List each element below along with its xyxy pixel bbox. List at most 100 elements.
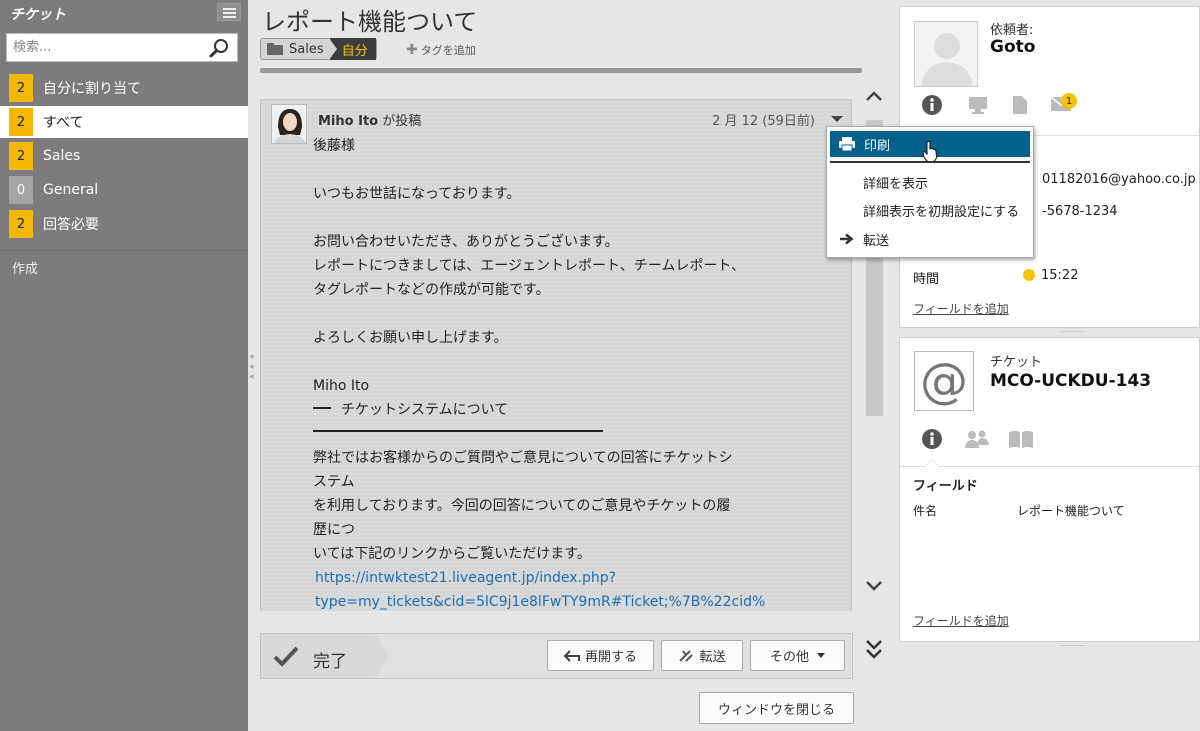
subject-label: 件名 bbox=[913, 504, 938, 518]
menu-item-print[interactable]: 印刷 bbox=[830, 131, 1030, 163]
sidebar-item-all[interactable]: 2 すべて bbox=[0, 106, 248, 138]
message-actions-menu: 印刷 詳細を表示 詳細表示を初期設定にする 転送 bbox=[826, 126, 1034, 258]
message-menu-arrow-icon[interactable] bbox=[831, 116, 843, 122]
sidebar-item-label: すべて bbox=[43, 115, 84, 131]
menu-item-forward[interactable]: 転送 bbox=[827, 226, 1033, 252]
subject-value: レポート機能ついて bbox=[1017, 504, 1125, 518]
hand-cursor-icon bbox=[922, 141, 938, 163]
message-author: Miho Ito が投稿 bbox=[318, 110, 421, 129]
author-suffix: が投稿 bbox=[378, 114, 422, 129]
count-badge: 2 bbox=[9, 108, 33, 136]
info-panel: 依頼者: Goto 1 01182016@yahoo.co.jp -5678-1… bbox=[899, 0, 1200, 731]
info-icon[interactable] bbox=[922, 95, 942, 115]
reopen-button[interactable]: 再開する bbox=[547, 640, 654, 671]
sidebar-divider bbox=[0, 250, 248, 251]
scroll-up-icon[interactable] bbox=[863, 86, 885, 106]
forward-button[interactable]: 転送 bbox=[661, 640, 743, 671]
ticket-card-label: チケット bbox=[990, 355, 1043, 370]
sidebar-title: チケット bbox=[10, 7, 66, 23]
message-line: タグレポートなどの作成が可能です。 bbox=[313, 282, 550, 298]
author-name: Miho Ito bbox=[318, 114, 379, 129]
count-badge: 2 bbox=[9, 74, 33, 102]
search-box bbox=[6, 33, 238, 62]
agent-avatar bbox=[271, 104, 307, 144]
owner-tag[interactable]: 自分 bbox=[328, 38, 376, 60]
printer-icon bbox=[839, 137, 855, 152]
users-icon[interactable] bbox=[964, 429, 990, 449]
card-resize-grip[interactable] bbox=[1061, 641, 1085, 646]
signature-rule bbox=[313, 422, 783, 446]
sidebar-item-sales[interactable]: 2 Sales bbox=[0, 140, 248, 172]
signature-title: チケットシステムについて bbox=[341, 402, 509, 418]
message-line: レポートにつきましては、エージェントレポート、チームレポート、 bbox=[313, 258, 746, 274]
mail-count-badge: 1 bbox=[1061, 93, 1077, 109]
sidebar-item-assigned[interactable]: 2 自分に割り当て bbox=[0, 72, 248, 104]
close-window-button[interactable]: ウィンドウを閉じる bbox=[699, 692, 854, 724]
count-badge: 2 bbox=[9, 142, 33, 170]
book-icon[interactable] bbox=[1008, 429, 1034, 449]
resolve-label: 完了 bbox=[313, 652, 347, 672]
at-sign-icon: @ bbox=[914, 351, 974, 411]
menu-item-show-details[interactable]: 詳細を表示 bbox=[827, 169, 1033, 195]
add-tag-button[interactable]: ✚ タグを追加 bbox=[406, 42, 476, 58]
folder-icon bbox=[267, 43, 283, 55]
forward-icon bbox=[679, 649, 694, 662]
create-link[interactable]: 作成 bbox=[12, 258, 38, 277]
action-bar: 完了 再開する 転送 その他 bbox=[260, 633, 853, 679]
time-label: 時間 bbox=[913, 272, 940, 287]
message-card: Miho Ito が投稿 2 月 12 (59日前) 後藤様 いつもお世話になっ… bbox=[260, 99, 852, 611]
menu-item-label: 印刷 bbox=[864, 138, 891, 154]
sidebar-item-general[interactable]: 0 General bbox=[0, 174, 248, 206]
search-input[interactable] bbox=[7, 34, 197, 61]
message-line: Miho Ito bbox=[313, 378, 370, 394]
check-icon bbox=[273, 646, 299, 667]
signature-line: ステム bbox=[313, 474, 355, 490]
more-actions-button[interactable]: その他 bbox=[750, 640, 845, 671]
person-photo-icon bbox=[272, 105, 306, 143]
ticket-code: MCO-UCKDU-143 bbox=[990, 371, 1152, 391]
scroll-to-bottom-icon[interactable] bbox=[863, 636, 885, 662]
forward-label: 転送 bbox=[699, 650, 726, 665]
count-badge: 0 bbox=[9, 176, 33, 204]
default-avatar-icon bbox=[915, 22, 977, 86]
search-icon[interactable] bbox=[209, 38, 229, 58]
message-line: お問い合わせいただき、ありがとうございます。 bbox=[313, 234, 619, 250]
department-tag[interactable]: Sales 自分 bbox=[260, 38, 377, 60]
signature-line: いては下記のリンクからご覧いただけます。 bbox=[313, 546, 591, 562]
add-field-link[interactable]: フィールドを追加 bbox=[913, 612, 1009, 629]
ticket-info-card: @ チケット MCO-UCKDU-143 フィールド 件名 レポート機能ついて … bbox=[899, 337, 1200, 642]
sidebar-item-label: 自分に割り当て bbox=[43, 81, 141, 97]
scroll-down-icon[interactable] bbox=[863, 576, 885, 596]
info-icon[interactable] bbox=[922, 429, 942, 449]
arrow-right-icon bbox=[840, 233, 854, 245]
title-divider bbox=[260, 68, 862, 73]
message-date: 2 月 12 (59日前) bbox=[712, 114, 815, 129]
message-line: 後藤様 bbox=[313, 138, 355, 154]
requester-phone: -5678-1234 bbox=[1042, 204, 1118, 219]
requester-label: 依頼者: bbox=[990, 23, 1034, 38]
resolve-button[interactable]: 完了 bbox=[261, 634, 389, 678]
add-tag-label: タグを追加 bbox=[420, 44, 476, 57]
ticket-link[interactable]: https://intwktest21.liveagent.jp/index.p… bbox=[313, 566, 783, 590]
requester-tabs bbox=[900, 95, 1200, 127]
monitor-icon[interactable] bbox=[968, 95, 988, 115]
chevron-down-icon bbox=[817, 653, 825, 658]
menu-item-label: 詳細表示を初期設定にする bbox=[863, 204, 1020, 220]
menu-item-details-default[interactable]: 詳細表示を初期設定にする bbox=[827, 197, 1033, 223]
message-line: いつもお世話になっております。 bbox=[313, 186, 521, 202]
message-line bbox=[313, 206, 783, 230]
ticket-tabs bbox=[900, 429, 1200, 461]
document-icon[interactable] bbox=[1012, 95, 1028, 115]
sidebar-item-label: General bbox=[43, 182, 99, 198]
collapse-sidebar-icon[interactable] bbox=[217, 3, 241, 21]
requester-avatar bbox=[914, 21, 978, 87]
signature-line: 弊社ではお客様からのご質問やご意見についての回答にチケットシ bbox=[313, 450, 733, 466]
signature-line: 歴につ bbox=[313, 522, 355, 538]
card-resize-grip[interactable] bbox=[1061, 327, 1085, 332]
ticket-title: レポート機能ついて bbox=[262, 8, 478, 36]
ticket-link[interactable]: type=my_tickets&cid=5lC9j1e8lFwTY9mR#Tic… bbox=[313, 590, 783, 611]
message-line: よろしくお願い申し上げます。 bbox=[313, 330, 508, 346]
message-body: 後藤様 いつもお世話になっております。 お問い合わせいただき、ありがとうございま… bbox=[313, 134, 783, 611]
sidebar-item-needs-answer[interactable]: 2 回答必要 bbox=[0, 208, 248, 240]
add-field-link[interactable]: フィールドを追加 bbox=[913, 300, 1009, 317]
